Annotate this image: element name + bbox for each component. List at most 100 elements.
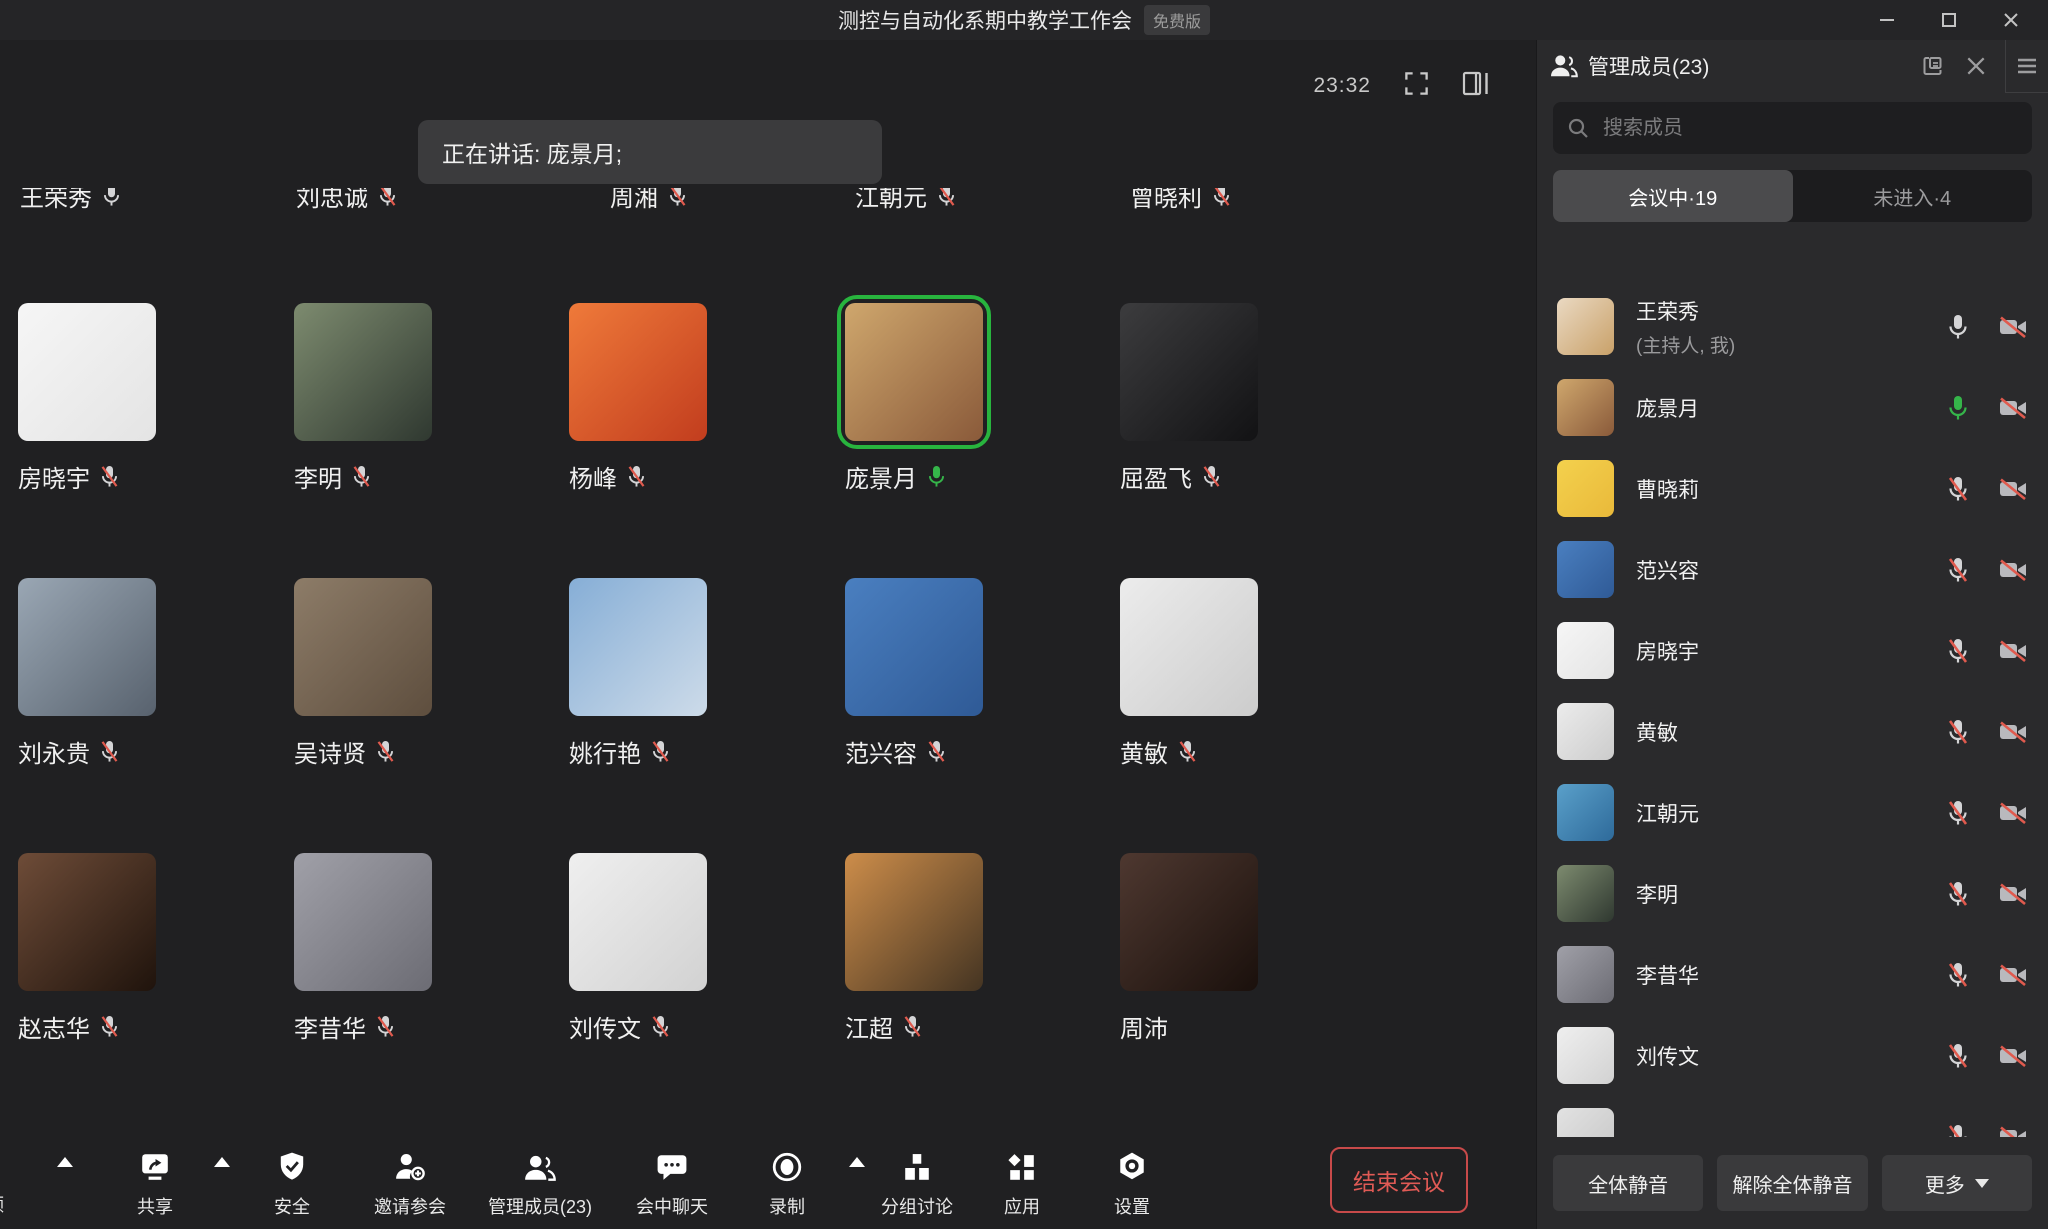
participant-name: 黄敏: [1120, 734, 1168, 769]
participant-tile[interactable]: 李明: [294, 303, 464, 494]
member-row[interactable]: 范兴容: [1537, 529, 2048, 610]
member-row[interactable]: 房晓宇: [1537, 610, 2048, 691]
layout-switch-button[interactable]: [1462, 70, 1490, 102]
title-bar: 测控与自动化系期中教学工作会 免费版: [0, 0, 2048, 40]
member-row[interactable]: 李明: [1537, 853, 2048, 934]
close-icon: [2002, 11, 2020, 29]
end-meeting-button[interactable]: 结束会议: [1330, 1147, 1468, 1213]
toolbar-members-button[interactable]: 管理成员(23): [488, 1149, 592, 1219]
close-panel-button[interactable]: [1955, 55, 1997, 77]
maximize-icon: [1940, 11, 1958, 29]
tab-in-meeting[interactable]: 会议中·19: [1553, 170, 1793, 222]
mute-all-button[interactable]: 全体静音: [1553, 1155, 1703, 1211]
participant-tile[interactable]: 刘传文: [569, 853, 739, 1044]
mic-icon[interactable]: [1946, 475, 1970, 503]
participant-tile[interactable]: 姚行艳: [569, 578, 739, 769]
tab-not-joined[interactable]: 未进入·4: [1793, 170, 2033, 222]
participant-tile[interactable]: 屈盈飞: [1120, 303, 1290, 494]
participant-tile[interactable]: 庞景月: [845, 303, 1015, 494]
toolbar-apps-button[interactable]: 应用: [1004, 1149, 1040, 1219]
maximize-button[interactable]: [1918, 0, 1980, 40]
minimize-icon: [1878, 11, 1896, 29]
mic-icon[interactable]: [1946, 718, 1970, 746]
member-avatar: [1557, 703, 1614, 760]
member-row[interactable]: 刘传文: [1537, 1015, 2048, 1096]
more-button[interactable]: 更多: [1882, 1155, 2032, 1211]
camera-icon[interactable]: [1998, 638, 2028, 664]
mic-icon: [375, 739, 396, 764]
member-name: 曹晓莉: [1636, 474, 1699, 504]
camera-icon[interactable]: [1998, 962, 2028, 988]
share-options-caret[interactable]: [214, 1157, 230, 1167]
member-row[interactable]: 庞景月: [1537, 367, 2048, 448]
mic-icon[interactable]: [1946, 961, 1970, 989]
participant-tile[interactable]: 江超: [845, 853, 1015, 1044]
speaking-frame: [294, 578, 432, 716]
speaking-frame: [18, 853, 156, 991]
participant-tile[interactable]: 黄敏: [1120, 578, 1290, 769]
mic-icon[interactable]: [1946, 637, 1970, 665]
participant-name: 刘传文: [569, 1009, 641, 1044]
participant-tile[interactable]: 赵志华: [18, 853, 188, 1044]
camera-icon[interactable]: [1998, 476, 2028, 502]
camera-icon[interactable]: [1998, 881, 2028, 907]
member-row[interactable]: 王荣秀 (主持人, 我): [1537, 286, 2048, 367]
close-button[interactable]: [1980, 0, 2042, 40]
video-options-caret[interactable]: [57, 1157, 73, 1167]
toolbar-chat-button[interactable]: 会中聊天: [636, 1149, 708, 1219]
panel-menu-button[interactable]: [2005, 40, 2048, 93]
participant-avatar: [569, 578, 707, 716]
member-search-box[interactable]: [1553, 102, 2032, 154]
member-row[interactable]: 曹晓莉: [1537, 448, 2048, 529]
panel-footer: 全体静音 解除全体静音 更多: [1537, 1137, 2048, 1229]
mic-icon[interactable]: [1946, 556, 1970, 584]
toolbar-security-button[interactable]: 安全: [274, 1149, 310, 1219]
toolbar-record-button[interactable]: 录制: [769, 1149, 805, 1219]
member-row[interactable]: 李昔华: [1537, 934, 2048, 1015]
video-button-clipped[interactable]: 频: [0, 1191, 4, 1217]
close-panel-icon: [1965, 55, 1987, 77]
toolbar-invite-button[interactable]: 邀请参会: [374, 1149, 446, 1219]
member-row[interactable]: 江朝元: [1537, 772, 2048, 853]
member-name: 李明: [1636, 879, 1678, 909]
members-icon: [523, 1149, 557, 1183]
mic-icon[interactable]: [1946, 313, 1970, 341]
member-avatar: [1557, 622, 1614, 679]
camera-icon[interactable]: [1998, 1124, 2028, 1138]
hamburger-menu-icon: [2016, 57, 2038, 75]
participant-tile[interactable]: 李昔华: [294, 853, 464, 1044]
mic-icon[interactable]: [1946, 1123, 1970, 1138]
participant-tile[interactable]: 房晓宇: [18, 303, 188, 494]
camera-icon[interactable]: [1998, 395, 2028, 421]
member-search-input[interactable]: [1601, 116, 2018, 141]
mic-icon: [650, 1014, 671, 1039]
member-avatar: [1557, 865, 1614, 922]
member-avatar: [1557, 946, 1614, 1003]
toolbar-breakout-button[interactable]: 分组讨论: [881, 1149, 953, 1219]
unmute-all-button[interactable]: 解除全体静音: [1717, 1155, 1867, 1211]
toolbar-settings-button[interactable]: 设置: [1114, 1149, 1150, 1219]
participant-tile[interactable]: 刘永贵: [18, 578, 188, 769]
fullscreen-button[interactable]: [1403, 70, 1430, 102]
camera-icon[interactable]: [1998, 800, 2028, 826]
member-row[interactable]: 黄敏: [1537, 691, 2048, 772]
participant-tile[interactable]: 周沛: [1120, 853, 1290, 1044]
popout-panel-button[interactable]: [1911, 54, 1955, 78]
record-options-caret[interactable]: [849, 1157, 865, 1167]
participant-tile[interactable]: 杨峰: [569, 303, 739, 494]
mic-icon[interactable]: [1946, 799, 1970, 827]
toolbar-share-button[interactable]: 共享: [137, 1149, 173, 1219]
participant-tile[interactable]: 范兴容: [845, 578, 1015, 769]
mic-icon[interactable]: [1946, 1042, 1970, 1070]
member-row[interactable]: [1537, 1096, 2048, 1137]
minimize-button[interactable]: [1856, 0, 1918, 40]
camera-icon[interactable]: [1998, 557, 2028, 583]
camera-icon[interactable]: [1998, 1043, 2028, 1069]
member-tabs: 会议中·19 未进入·4: [1553, 170, 2032, 222]
camera-icon[interactable]: [1998, 719, 2028, 745]
mic-icon[interactable]: [1946, 880, 1970, 908]
camera-icon[interactable]: [1998, 314, 2028, 340]
member-list[interactable]: 王荣秀 (主持人, 我) 庞景月: [1537, 278, 2048, 1137]
mic-icon[interactable]: [1946, 394, 1970, 422]
participant-tile[interactable]: 吴诗贤: [294, 578, 464, 769]
